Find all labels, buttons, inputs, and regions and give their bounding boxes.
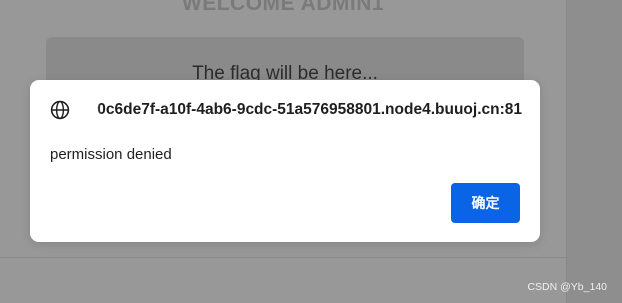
- dialog-origin: 0c6de7f-a10f-4ab6-9cdc-51a576958801.node…: [76, 100, 522, 122]
- alert-dialog: 0c6de7f-a10f-4ab6-9cdc-51a576958801.node…: [30, 80, 540, 242]
- dialog-origin-text: 0c6de7f-a10f-4ab6-9cdc-51a576958801.node…: [97, 101, 522, 118]
- dialog-message: permission denied: [50, 146, 172, 163]
- page-divider: [0, 257, 566, 258]
- page-heading: WELCOME ADMIN1: [181, 0, 385, 15]
- globe-icon: [50, 100, 70, 120]
- ok-button[interactable]: 确定: [451, 183, 520, 223]
- watermark: CSDN @Yb_140: [527, 281, 607, 293]
